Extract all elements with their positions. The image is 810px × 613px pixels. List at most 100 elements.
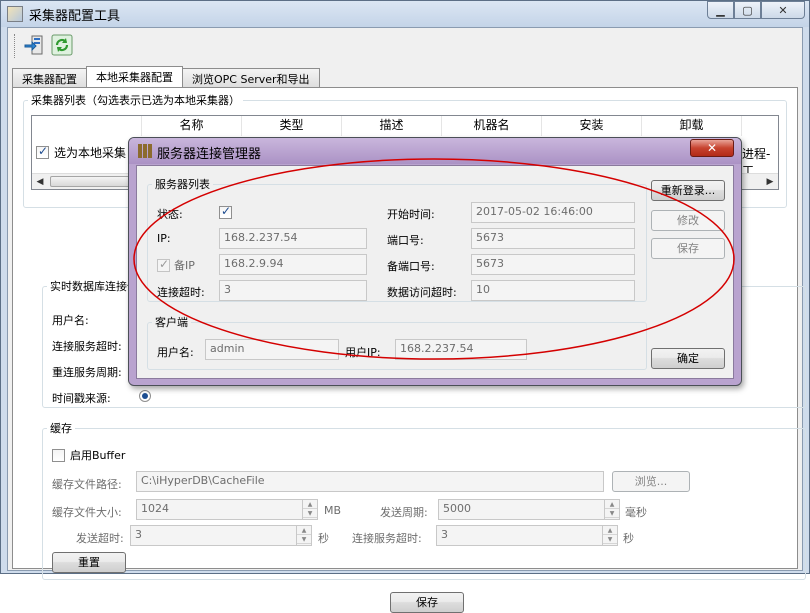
cache-size-label: 缓存文件大小: (52, 506, 122, 519)
send-timeout-field[interactable]: 3 ▲ ▼ (130, 525, 312, 546)
cache-size-spinner[interactable]: ▲ ▼ (302, 500, 317, 519)
conn-timeout-field[interactable]: 3 (219, 280, 367, 301)
dialog-app-icon (138, 144, 152, 158)
column-header-uninstall[interactable]: 卸载 (642, 116, 742, 136)
enable-buffer-row[interactable]: 启用Buffer (52, 447, 125, 463)
tab-collector-config[interactable]: 采集器配置 (12, 68, 87, 87)
ok-button[interactable]: 确定 (651, 348, 725, 369)
send-timeout-label: 发送超时: (76, 532, 124, 545)
client-username-field[interactable]: admin (205, 339, 339, 360)
maximize-button[interactable]: ▢ (734, 1, 761, 19)
cache-conn-timeout-unit: 秒 (623, 532, 634, 545)
refresh-icon[interactable] (50, 33, 74, 57)
collector-list-legend: 采集器列表（勾选表示已选为本地采集器） (31, 94, 240, 107)
status-checkbox[interactable] (219, 204, 232, 219)
dialog-title: 服务器连接管理器 (157, 147, 262, 162)
relogin-button[interactable]: 重新登录... (651, 180, 725, 201)
server-list-legend: 服务器列表 (155, 178, 210, 191)
rt-timestamp-label: 时间戳来源: (52, 392, 111, 405)
maximize-icon: ▢ (742, 3, 753, 17)
select-local-checkbox[interactable] (36, 144, 49, 159)
save-button[interactable]: 保存 (390, 592, 464, 613)
backup-ip-row[interactable]: 备IP (157, 257, 195, 273)
main-window: 采集器配置工具 ▁ ▢ ✕ 采集器配置 本地采集器配置 浏览OPC Server… (0, 0, 810, 613)
close-icon: ✕ (706, 141, 718, 155)
send-timeout-spinner[interactable]: ▲ ▼ (296, 526, 311, 545)
enable-buffer-label: 启用Buffer (70, 449, 126, 462)
tab-local-collector-config[interactable]: 本地采集器配置 (86, 66, 183, 87)
column-header-blank (32, 116, 142, 136)
data-timeout-label: 数据访问超时: (387, 286, 457, 299)
enable-buffer-checkbox[interactable] (52, 448, 65, 462)
send-period-value: 5000 (443, 502, 471, 515)
tab-browse-opc-export[interactable]: 浏览OPC Server和导出 (182, 68, 320, 87)
client-legend: 客户端 (155, 316, 188, 329)
cache-path-label: 缓存文件路径: (52, 478, 122, 491)
backup-ip-checkbox[interactable] (157, 257, 170, 272)
send-period-label: 发送周期: (380, 506, 428, 519)
scroll-right-icon[interactable]: ▶ (762, 174, 778, 190)
column-header-desc[interactable]: 描述 (342, 116, 442, 136)
modify-button[interactable]: 修改 (651, 210, 725, 231)
cache-size-unit: MB (324, 504, 342, 517)
start-time-label: 开始时间: (387, 208, 435, 221)
start-time-field[interactable]: 2017-05-02 16:46:00 (471, 202, 635, 223)
rt-reconnect-label: 重连服务周期: (52, 366, 122, 379)
backup-port-label: 备端口号: (387, 260, 435, 273)
column-header-machine[interactable]: 机器名 (442, 116, 542, 136)
dialog-title-bar[interactable]: 服务器连接管理器 ✕ (129, 138, 741, 164)
cache-conn-timeout-spinner[interactable]: ▲ ▼ (602, 526, 617, 545)
send-timeout-value: 3 (135, 528, 142, 541)
dialog-save-button[interactable]: 保存 (651, 238, 725, 259)
cache-conn-timeout-label: 连接服务超时: (352, 532, 422, 545)
reset-button[interactable]: 重置 (52, 552, 126, 573)
column-header-type[interactable]: 类型 (242, 116, 342, 136)
dialog-close-button[interactable]: ✕ (690, 139, 734, 157)
toolbar-grip (14, 34, 16, 58)
cache-size-value: 1024 (141, 502, 169, 515)
rt-conn-timeout-label: 连接服务超时: (52, 340, 122, 353)
select-local-label: 选为本地采集 (54, 146, 127, 160)
status-label: 状态: (157, 208, 183, 221)
import-icon[interactable] (22, 33, 46, 57)
column-header-name[interactable]: 名称 (142, 116, 242, 136)
list-row[interactable]: 选为本地采集 (36, 144, 126, 161)
tab-strip: 采集器配置 本地采集器配置 浏览OPC Server和导出 (12, 66, 320, 88)
dialog-body: 服务器列表 状态: 开始时间: 2017-05-02 16:46:00 IP: … (136, 165, 734, 379)
cache-size-field[interactable]: 1024 ▲ ▼ (136, 499, 318, 520)
cache-conn-timeout-value: 3 (441, 528, 448, 541)
window-title: 采集器配置工具 (29, 9, 121, 24)
port-label: 端口号: (387, 234, 424, 247)
app-icon (7, 6, 23, 22)
data-timeout-field[interactable]: 10 (471, 280, 635, 301)
backup-ip-label: 备IP (174, 259, 195, 272)
close-icon: ✕ (778, 3, 788, 17)
minimize-icon: ▁ (716, 3, 725, 17)
send-timeout-unit: 秒 (318, 532, 329, 545)
close-button[interactable]: ✕ (761, 1, 805, 19)
send-period-unit: 毫秒 (625, 506, 647, 519)
cache-path-field[interactable]: C:\iHyperDB\CacheFile (136, 471, 604, 492)
user-ip-label: 用户IP: (345, 346, 381, 359)
cache-conn-timeout-field[interactable]: 3 ▲ ▼ (436, 525, 618, 546)
port-field[interactable]: 5673 (471, 228, 635, 249)
ip-label: IP: (157, 232, 171, 245)
minimize-button[interactable]: ▁ (707, 1, 734, 19)
user-ip-field[interactable]: 168.2.237.54 (395, 339, 527, 360)
client-username-label: 用户名: (157, 346, 194, 359)
cache-legend: 缓存 (50, 422, 72, 435)
column-header-install[interactable]: 安装 (542, 116, 642, 136)
timestamp-source-radio[interactable] (139, 390, 151, 402)
scroll-left-icon[interactable]: ◀ (32, 174, 48, 190)
conn-timeout-label: 连接超时: (157, 286, 205, 299)
send-period-spinner[interactable]: ▲ ▼ (604, 500, 619, 519)
backup-ip-field[interactable]: 168.2.9.94 (219, 254, 367, 275)
server-connection-dialog: 服务器连接管理器 ✕ 服务器列表 状态: 开始时间: 2017-05-02 16… (128, 137, 742, 386)
backup-port-field[interactable]: 5673 (471, 254, 635, 275)
ip-field[interactable]: 168.2.237.54 (219, 228, 367, 249)
browse-button[interactable]: 浏览... (612, 471, 690, 492)
toolbar (8, 28, 802, 66)
title-bar: 采集器配置工具 ▁ ▢ ✕ (1, 1, 809, 27)
rt-username-label: 用户名: (52, 314, 89, 327)
send-period-field[interactable]: 5000 ▲ ▼ (438, 499, 620, 520)
